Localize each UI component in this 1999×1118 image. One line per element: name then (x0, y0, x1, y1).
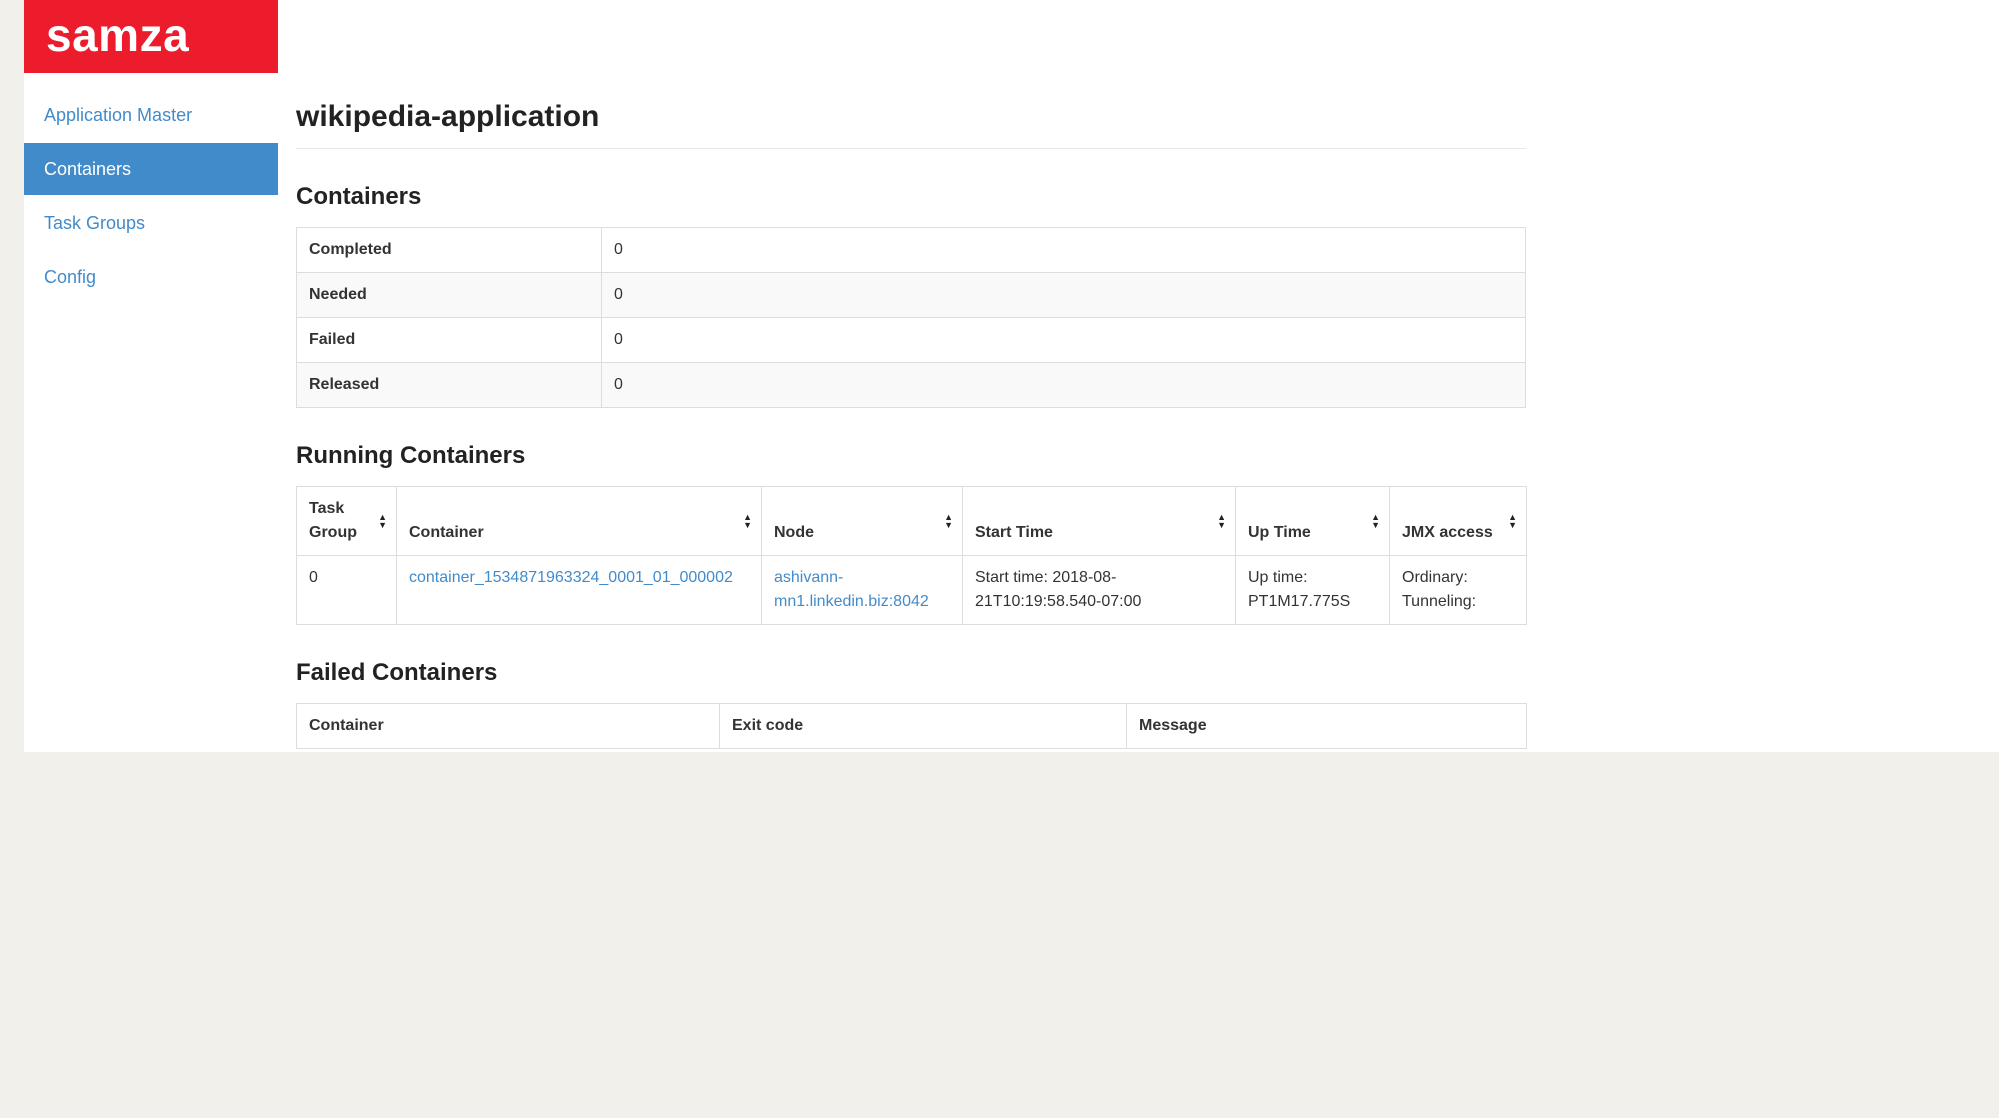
table-header-row: Container Exit code Message (297, 704, 1527, 749)
node-cell: ashivann-mn1.linkedin.biz:8042 (762, 556, 963, 625)
jmx-ordinary-label: Ordinary: (1402, 566, 1514, 590)
failed-containers-table: Container Exit code Message (296, 703, 1527, 749)
main-content: wikipedia-application Containers Complet… (296, 73, 1526, 749)
running-containers-heading: Running Containers (296, 442, 1526, 470)
sort-icon: ▲▼ (1371, 513, 1380, 529)
column-header-start-time[interactable]: Start Time ▲▼ (963, 487, 1236, 556)
title-divider (296, 148, 1526, 149)
sort-icon: ▲▼ (944, 513, 953, 529)
table-row: Completed 0 (297, 228, 1526, 273)
stat-value: 0 (602, 363, 1526, 408)
containers-summary-table: Completed 0 Needed 0 Failed 0 Released 0 (296, 227, 1526, 408)
column-header-node[interactable]: Node ▲▼ (762, 487, 963, 556)
node-link[interactable]: ashivann-mn1.linkedin.biz:8042 (774, 569, 929, 610)
start-time-cell: Start time: 2018-08-21T10:19:58.540-07:0… (963, 556, 1236, 625)
column-header-container[interactable]: Container ▲▼ (397, 487, 762, 556)
sidebar: Application Master Containers Task Group… (24, 73, 278, 305)
stat-label: Failed (297, 318, 602, 363)
column-label: JMX access (1402, 524, 1493, 541)
page-title: wikipedia-application (296, 100, 1526, 134)
stat-value: 0 (602, 273, 1526, 318)
column-header-up-time[interactable]: Up Time ▲▼ (1236, 487, 1390, 556)
sidebar-item-config[interactable]: Config (24, 251, 278, 303)
column-header-task-group[interactable]: Task Group ▲▼ (297, 487, 397, 556)
stat-label: Needed (297, 273, 602, 318)
column-label: Task Group (309, 500, 357, 541)
column-header-jmx-access[interactable]: JMX access ▲▼ (1390, 487, 1527, 556)
stat-label: Released (297, 363, 602, 408)
failed-containers-heading: Failed Containers (296, 659, 1526, 687)
table-row: Released 0 (297, 363, 1526, 408)
column-label: Start Time (975, 524, 1053, 541)
column-header-message: Message (1127, 704, 1527, 749)
sort-icon: ▲▼ (1508, 513, 1517, 529)
column-label: Up Time (1248, 524, 1311, 541)
main-layout: Application Master Containers Task Group… (24, 73, 1999, 749)
sidebar-item-application-master[interactable]: Application Master (24, 89, 278, 141)
containers-heading: Containers (296, 183, 1526, 211)
jmx-access-cell: Ordinary: Tunneling: (1390, 556, 1527, 625)
stat-label: Completed (297, 228, 602, 273)
up-time-cell: Up time: PT1M17.775S (1236, 556, 1390, 625)
table-row: Failed 0 (297, 318, 1526, 363)
jmx-tunneling-label: Tunneling: (1402, 590, 1514, 614)
stat-value: 0 (602, 228, 1526, 273)
task-group-cell: 0 (297, 556, 397, 625)
sort-icon: ▲▼ (743, 513, 752, 529)
sort-icon: ▲▼ (378, 513, 387, 529)
column-label: Container (409, 524, 484, 541)
table-header-row: Task Group ▲▼ Container ▲▼ Node ▲▼ Sta (297, 487, 1527, 556)
column-header-failed-container: Container (297, 704, 720, 749)
footer (0, 752, 1999, 1118)
sidebar-item-containers[interactable]: Containers (24, 143, 278, 195)
column-label: Node (774, 524, 814, 541)
samza-logo[interactable]: samza (24, 0, 278, 73)
top-header: samza (24, 0, 1999, 73)
table-row: 0 container_1534871963324_0001_01_000002… (297, 556, 1527, 625)
sidebar-item-task-groups[interactable]: Task Groups (24, 197, 278, 249)
container-link[interactable]: container_1534871963324_0001_01_000002 (409, 569, 733, 586)
running-containers-table: Task Group ▲▼ Container ▲▼ Node ▲▼ Sta (296, 486, 1527, 625)
app-page: samza Application Master Containers Task… (24, 0, 1999, 752)
sort-icon: ▲▼ (1217, 513, 1226, 529)
column-header-exit-code: Exit code (720, 704, 1127, 749)
table-row: Needed 0 (297, 273, 1526, 318)
stat-value: 0 (602, 318, 1526, 363)
container-cell: container_1534871963324_0001_01_000002 (397, 556, 762, 625)
